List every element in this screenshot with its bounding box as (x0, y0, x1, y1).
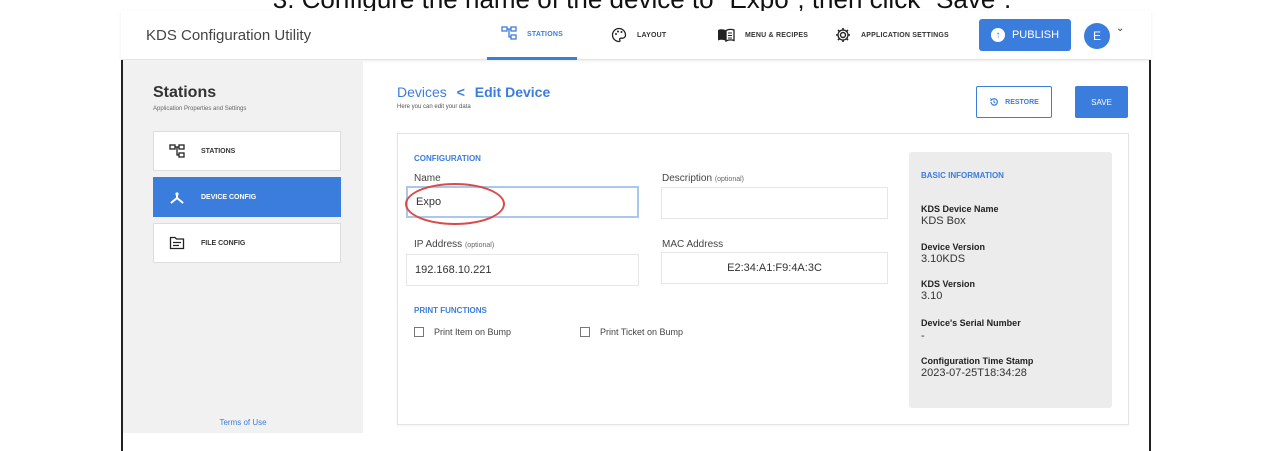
basic-information-panel: BASIC INFORMATION KDS Device Name KDS Bo… (909, 152, 1112, 408)
tab-stations[interactable]: STATIONS (487, 11, 577, 60)
configuration-section-title: CONFIGURATION (414, 154, 481, 163)
app-title: KDS Configuration Utility (146, 27, 312, 44)
top-navigation-bar: KDS Configuration Utility STATIONS LAYOU… (121, 11, 1151, 60)
page-subtitle: Here you can edit your data (397, 104, 471, 110)
breadcrumb: Devices < Edit Device (397, 84, 550, 100)
stations-icon (501, 26, 517, 42)
description-field[interactable] (661, 187, 888, 219)
description-optional: (optional) (714, 176, 744, 183)
annotation-highlight-ellipse (405, 183, 505, 225)
history-icon (989, 97, 999, 107)
tab-menu-recipes-label: MENU & RECIPES (745, 32, 809, 39)
info-key: KDS Version (921, 279, 976, 289)
print-functions-section-title: PRINT FUNCTIONS (414, 306, 487, 315)
sidebar-subtitle: Application Properties and Settings (153, 106, 247, 112)
sidebar: Stations Application Properties and Sett… (123, 61, 363, 433)
gear-icon (835, 27, 851, 45)
info-value: - (921, 330, 925, 342)
info-value: 2023-07-25T18:34:28 (921, 367, 1027, 379)
restore-label: RESTORE (1005, 98, 1039, 106)
terms-of-use-link[interactable]: Terms of Use (123, 418, 363, 427)
mac-address-label: MAC Address (662, 239, 724, 250)
sidebar-item-file-config[interactable]: FILE CONFIG (153, 223, 341, 263)
info-key: KDS Device Name (921, 204, 999, 214)
description-label-text: Description (662, 173, 713, 184)
save-button[interactable]: SAVE (1075, 86, 1128, 118)
stations-icon (167, 144, 187, 158)
tab-application-settings-label: APPLICATION SETTINGS (861, 32, 949, 39)
palette-icon (611, 27, 627, 45)
info-value: KDS Box (921, 215, 966, 227)
restore-button[interactable]: RESTORE (976, 86, 1052, 118)
page-title: Edit Device (474, 84, 551, 100)
tab-menu-recipes[interactable]: MENU & RECIPES (717, 11, 808, 60)
sidebar-title: Stations (153, 84, 217, 101)
tab-stations-label: STATIONS (527, 30, 563, 38)
print-ticket-label: Print Ticket on Bump (600, 327, 684, 337)
upload-icon: ↑ (990, 28, 1005, 42)
ip-address-optional: (optional) (464, 242, 495, 249)
basic-information-title: BASIC INFORMATION (921, 171, 1004, 180)
info-key: Device's Serial Number (921, 318, 1021, 328)
print-item-checkbox[interactable] (414, 327, 424, 337)
tab-application-settings[interactable]: APPLICATION SETTINGS (835, 11, 949, 60)
tab-layout[interactable]: LAYOUT (611, 11, 666, 60)
info-value: 3.10 (921, 290, 943, 302)
ip-address-field[interactable]: 192.168.10.221 (406, 254, 639, 286)
breadcrumb-devices-link[interactable]: Devices (397, 84, 447, 100)
breadcrumb-separator: < (456, 84, 465, 100)
ip-address-label-text: IP Address (414, 239, 463, 250)
publish-label: PUBLISH (1011, 29, 1060, 41)
publish-button[interactable]: ↑ PUBLISH (979, 19, 1071, 51)
print-ticket-checkbox[interactable] (580, 327, 590, 337)
sidebar-item-label: STATIONS (201, 147, 236, 155)
mac-address-field[interactable]: E2:34:A1:F9:4A:3C (661, 252, 888, 284)
device-config-icon (167, 190, 187, 204)
description-label: Description (optional) (662, 173, 744, 184)
print-item-on-bump-option[interactable]: Print Item on Bump (414, 327, 511, 337)
print-item-label: Print Item on Bump (434, 327, 512, 337)
book-icon (717, 28, 735, 44)
info-value: 3.10KDS (921, 253, 966, 265)
sidebar-item-stations[interactable]: STATIONS (153, 131, 341, 171)
sidebar-item-label: DEVICE CONFIG (201, 193, 257, 201)
avatar[interactable]: E (1084, 23, 1110, 49)
info-key: Device Version (921, 242, 986, 252)
sidebar-item-device-config[interactable]: DEVICE CONFIG (153, 177, 341, 217)
chevron-down-icon[interactable]: ⌄ (1116, 23, 1124, 34)
name-label: Name (414, 173, 441, 184)
sidebar-item-label: FILE CONFIG (201, 239, 246, 247)
file-config-icon (167, 236, 187, 250)
print-ticket-on-bump-option[interactable]: Print Ticket on Bump (580, 327, 683, 337)
info-key: Configuration Time Stamp (921, 356, 1034, 366)
ip-address-label: IP Address (optional) (414, 239, 494, 250)
tab-layout-label: LAYOUT (637, 32, 667, 39)
